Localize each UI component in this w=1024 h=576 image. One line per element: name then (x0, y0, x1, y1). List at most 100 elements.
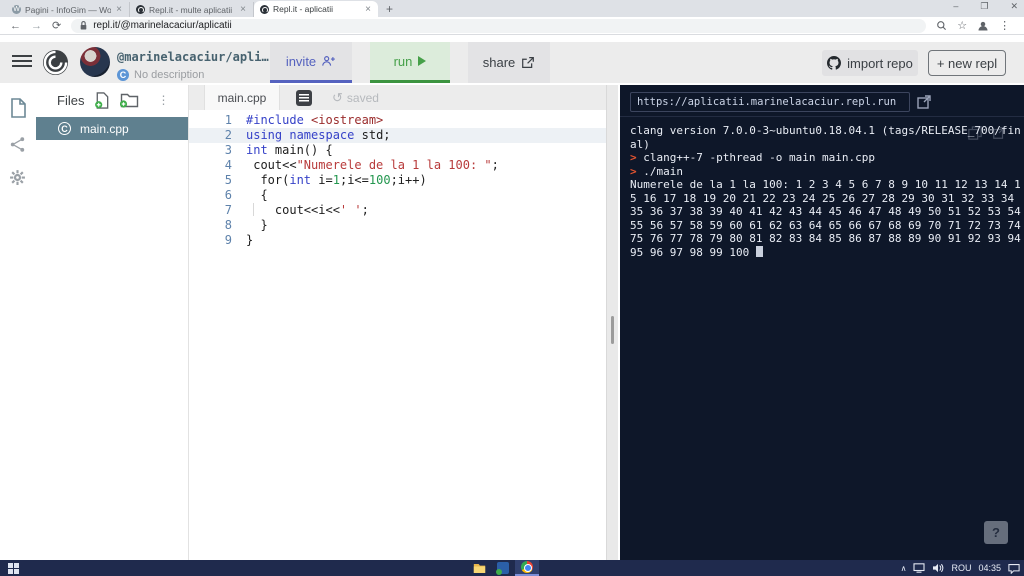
files-panel-icon[interactable] (9, 98, 27, 118)
code-line: 7 cout<<i<<' '; (189, 203, 606, 218)
replit-header: @marinelacaciur/apli… ✎ C No description… (0, 42, 1024, 83)
code-text: cout<<"Numerele de la 1 la 100: "; (246, 158, 499, 172)
tab-close-icon[interactable]: × (364, 4, 372, 15)
share-nodes-icon[interactable] (9, 136, 26, 153)
console-overlay-icons (968, 126, 1006, 140)
reload-icon[interactable]: ⟳ (52, 19, 61, 32)
run-button[interactable]: run (370, 42, 450, 83)
code-line: 9} (189, 233, 606, 248)
taskbar-explorer[interactable] (467, 560, 491, 576)
code-line: 3 int main() { (189, 143, 606, 158)
share-button[interactable]: share (468, 42, 550, 83)
import-repo-button[interactable]: import repo (822, 50, 918, 76)
invite-label: invite (285, 53, 317, 69)
editor-scrollbar[interactable] (606, 85, 618, 560)
files-panel: Files ⋮ Cmain.cpp (36, 85, 188, 560)
console-url-text: https://aplicatii.marinelacaciur.repl.ru… (637, 96, 897, 108)
console-text: clang++-7 -pthread -o main main.cpp (643, 151, 876, 164)
code-text: cout<<i<<' '; (246, 203, 369, 217)
history-icon: ↺ (332, 89, 343, 105)
help-button[interactable]: ? (984, 521, 1008, 544)
copy-icon[interactable] (968, 126, 982, 140)
file-list-item[interactable]: Cmain.cpp (36, 117, 188, 140)
files-panel-title: Files (57, 92, 85, 108)
new-repl-button[interactable]: + new repl (928, 50, 1006, 76)
repl-title[interactable]: @marinelacaciur/apli… (117, 50, 269, 64)
import-repo-label: import repo (847, 55, 913, 71)
address-bar[interactable]: repl.it/@marinelacaciur/aplicatii (71, 18, 927, 33)
tray-clock[interactable]: 04:35 (978, 563, 1001, 573)
line-number: 4 (224, 158, 232, 172)
open-external-icon[interactable] (916, 94, 932, 110)
settings-gear-icon[interactable] (9, 169, 26, 186)
files-menu-icon[interactable]: ⋮ (157, 93, 169, 107)
tray-chevron-icon[interactable]: ∧ (901, 564, 907, 573)
code-text: } (246, 233, 254, 247)
tray-language[interactable]: ROU (951, 563, 971, 573)
console-text: ./main (643, 164, 683, 178)
console-divider (620, 116, 1024, 117)
code-line: 6 { (189, 188, 606, 203)
code-line: 4 cout<<"Numerele de la 1 la 100: "; (189, 158, 606, 173)
close-icon[interactable]: ✕ (1010, 1, 1018, 12)
prompt-icon: > (630, 164, 644, 178)
action-center-icon[interactable] (1008, 563, 1020, 574)
scrollbar-thumb[interactable] (611, 316, 614, 344)
forward-icon[interactable]: → (31, 20, 42, 32)
popout-icon[interactable] (992, 126, 1006, 140)
browser-tab-strip: WPagini - InfoGim — WordPress.c×Repl.it … (0, 0, 1024, 17)
hamburger-menu-icon[interactable] (12, 52, 32, 70)
line-number: 8 (224, 218, 232, 232)
line-number: 6 (224, 188, 232, 202)
browser-tab[interactable]: W Pagini - InfoGim — WordPress.c× (6, 2, 130, 17)
new-tab-icon[interactable]: + (386, 2, 393, 17)
system-tray: ∧ ROU 04:35 (901, 560, 1020, 576)
browser-tab[interactable]: Repl.it - aplicatii × (254, 1, 378, 17)
minimize-icon[interactable]: – (953, 1, 958, 12)
code-text: { (246, 188, 268, 202)
add-file-icon[interactable] (94, 91, 110, 109)
console-url-input[interactable]: https://aplicatii.marinelacaciur.repl.ru… (630, 92, 910, 112)
restore-icon[interactable]: ❐ (980, 1, 988, 12)
share-label: share (482, 55, 516, 70)
tab-close-icon[interactable]: × (239, 4, 247, 15)
files-list: Cmain.cpp (36, 117, 188, 140)
code-line: 2 using namespace std; (189, 128, 606, 143)
share-export-icon (522, 57, 535, 68)
volume-icon[interactable] (932, 563, 944, 573)
network-icon[interactable] (913, 563, 926, 573)
replit-logo-icon[interactable] (42, 49, 69, 76)
windows-taskbar: ∧ ROU 04:35 (0, 560, 1024, 576)
url-text: repl.it/@marinelacaciur/aplicatii (93, 20, 232, 31)
tab-close-icon[interactable]: × (115, 4, 123, 15)
github-icon (827, 56, 842, 70)
files-panel-header: Files ⋮ (36, 85, 188, 115)
console-line: > ./main (630, 165, 1022, 179)
format-code-icon[interactable] (296, 89, 312, 106)
saved-indicator: ↺ saved (332, 90, 379, 106)
invite-person-icon (322, 56, 336, 66)
editor-tab-label: main.cpp (217, 90, 267, 105)
console-text: Numerele de la 1 la 100: 1 2 3 4 5 6 7 8… (630, 178, 1021, 259)
browser-tab[interactable]: Repl.it - multe aplicatii in C++ × (130, 2, 254, 17)
taskbar-chrome[interactable] (515, 560, 539, 576)
editor-tab-maincpp[interactable]: main.cpp (204, 85, 280, 110)
add-folder-icon[interactable] (120, 92, 139, 108)
console-text: clang version 7.0.0-3~ubuntu0.18.04.1 (t… (630, 124, 1021, 151)
console-panel: https://aplicatii.marinelacaciur.repl.ru… (620, 85, 1024, 560)
toolbar-right: ☆ ⋮ (936, 19, 1010, 32)
bookmark-star-icon[interactable]: ☆ (957, 19, 967, 32)
zoom-icon[interactable] (936, 20, 947, 31)
console-output[interactable]: clang version 7.0.0-3~ubuntu0.18.04.1 (t… (630, 124, 1022, 259)
avatar[interactable] (80, 47, 110, 77)
invite-button[interactable]: invite (270, 42, 352, 83)
code-area[interactable]: 1 #include <iostream> 2 using namespace std… (189, 110, 606, 248)
folder-icon (473, 563, 485, 573)
prompt-icon: > (630, 151, 644, 164)
browser-menu-icon[interactable]: ⋮ (999, 19, 1010, 32)
start-button-icon[interactable] (8, 562, 19, 574)
back-icon[interactable]: ← (10, 20, 21, 32)
taskbar-app[interactable] (491, 560, 515, 576)
profile-icon[interactable] (977, 20, 989, 32)
tab-strip-tabs: WPagini - InfoGim — WordPress.c×Repl.it … (6, 0, 378, 17)
